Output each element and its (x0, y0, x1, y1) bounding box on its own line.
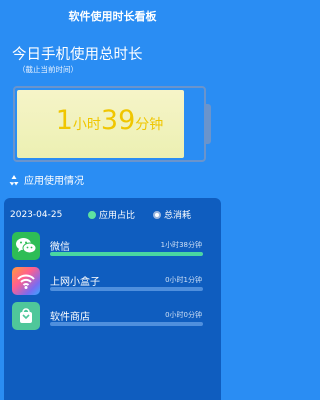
card-header: 2023-04-25 应用占比 总消耗 (10, 208, 215, 222)
minutes-value: 39 (100, 105, 136, 136)
app-time: 0小时0分钟 (165, 311, 202, 319)
app-time: 0小时1分钟 (165, 276, 202, 284)
usage-headline: 今日手机使用总时长 (12, 47, 143, 63)
page-title: 软件使用时长看板 (68, 10, 157, 23)
usage-note: （截止当前时间） (18, 65, 78, 74)
option-total-consumption[interactable]: 总消耗 (153, 208, 191, 221)
wifi-icon (12, 267, 40, 295)
usage-card (4, 198, 221, 400)
store-icon (12, 302, 40, 330)
recycle-icon (8, 174, 20, 186)
section-header: 应用使用情况 (8, 172, 84, 187)
app-name: 上网小盒子 (50, 277, 100, 288)
option-label: 总消耗 (164, 211, 192, 221)
section-title: 应用使用情况 (24, 176, 84, 187)
option-label: 应用占比 (99, 211, 136, 221)
usage-bar (50, 252, 203, 256)
usage-bar (50, 287, 203, 291)
app-time: 1小时38分钟 (160, 241, 202, 249)
total-time-display: 1 小时 39 分钟 (13, 86, 206, 162)
app-name: 软件商店 (50, 312, 90, 323)
app-row[interactable]: 上网小盒子 0小时1分钟 (10, 267, 210, 299)
hours-unit: 小时 (72, 117, 101, 133)
option-app-share[interactable]: 应用占比 (88, 208, 135, 221)
app-row[interactable]: 微信 1小时38分钟 (10, 232, 210, 264)
hours-value: 1 (55, 105, 73, 136)
radio-unselected-icon[interactable] (153, 210, 162, 219)
radio-selected-icon[interactable] (88, 210, 96, 219)
app-row[interactable]: 软件商店 0小时0分钟 (10, 302, 210, 334)
usage-bar-fill (50, 252, 203, 256)
date-label[interactable]: 2023-04-25 (10, 210, 88, 220)
app-name: 微信 (50, 242, 70, 253)
minutes-unit: 分钟 (135, 117, 164, 133)
usage-bar (50, 322, 203, 326)
wechat-icon (12, 232, 40, 260)
